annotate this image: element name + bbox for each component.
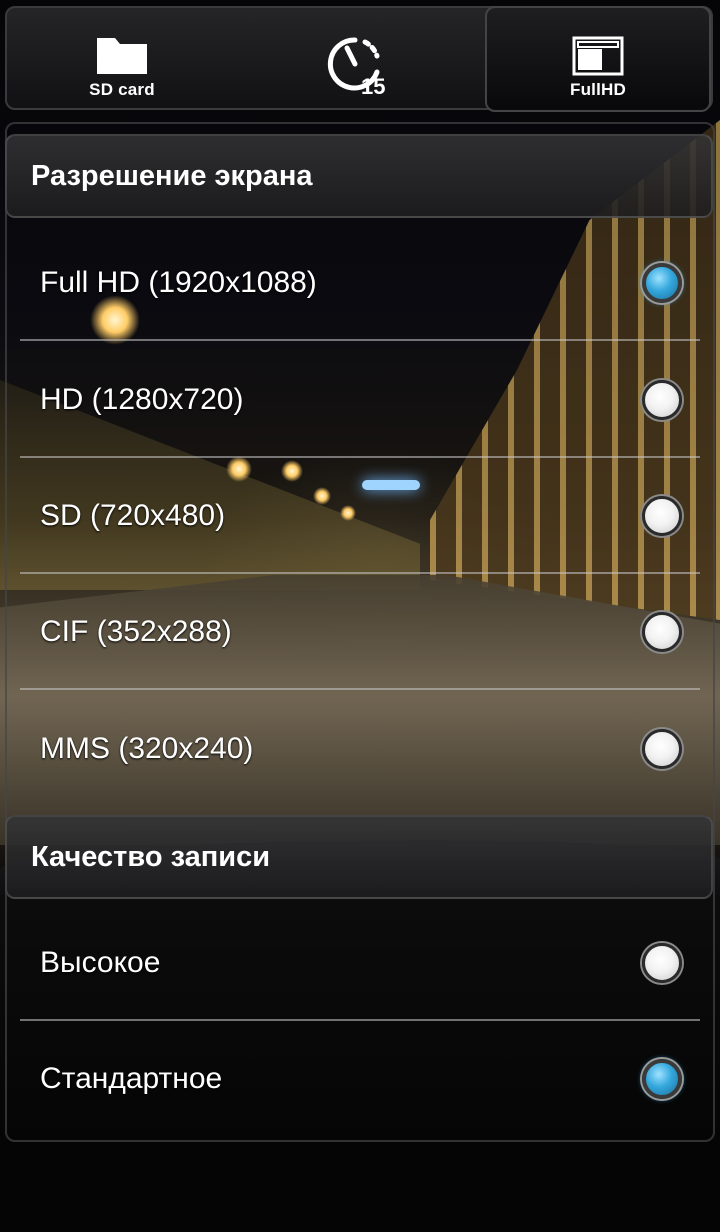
option-sd[interactable]: SD (720x480) [20,458,700,574]
option-label: MMS (320x240) [40,732,254,765]
radio-button[interactable] [642,943,682,983]
section-title: Качество записи [31,841,271,873]
timer-badge: 15 [361,74,385,98]
resolution-frame-icon [572,36,624,76]
divider [20,688,700,690]
option-high-quality[interactable]: Высокое [20,905,700,1021]
option-hd[interactable]: HD (1280x720) [20,342,700,458]
section-header-resolution: Разрешение экрана [5,134,713,218]
divider [20,339,700,341]
option-mms[interactable]: MMS (320x240) [20,691,700,807]
sd-card-button[interactable]: SD card [9,8,235,108]
option-label: Full HD (1920x1088) [40,266,317,299]
option-standard-quality[interactable]: Стандартное [20,1021,700,1137]
section-header-quality: Качество записи [5,815,713,899]
screen: SD card 15 FullHD Разрешение экрана Full… [0,0,720,1232]
option-label: Стандартное [40,1062,223,1095]
top-toolbar: SD card 15 FullHD [5,6,713,112]
timer-button[interactable]: 15 [247,8,473,108]
option-label: CIF (352x288) [40,615,232,648]
option-label: SD (720x480) [40,499,226,532]
resolution-button[interactable]: FullHD [485,6,711,112]
sd-card-label: SD card [89,80,155,99]
option-cif[interactable]: CIF (352x288) [20,574,700,690]
option-label: HD (1280x720) [40,383,244,416]
radio-button[interactable] [642,612,682,652]
section-title: Разрешение экрана [31,160,313,192]
radio-button[interactable] [642,729,682,769]
radio-button[interactable] [642,263,682,303]
option-full-hd[interactable]: Full HD (1920x1088) [20,225,700,341]
folder-icon [97,38,147,74]
resolution-label: FullHD [570,80,626,99]
radio-button[interactable] [642,1059,682,1099]
timer-icon: 15 [327,37,385,98]
option-label: Высокое [40,946,161,979]
radio-button[interactable] [642,496,682,536]
radio-button[interactable] [642,380,682,420]
